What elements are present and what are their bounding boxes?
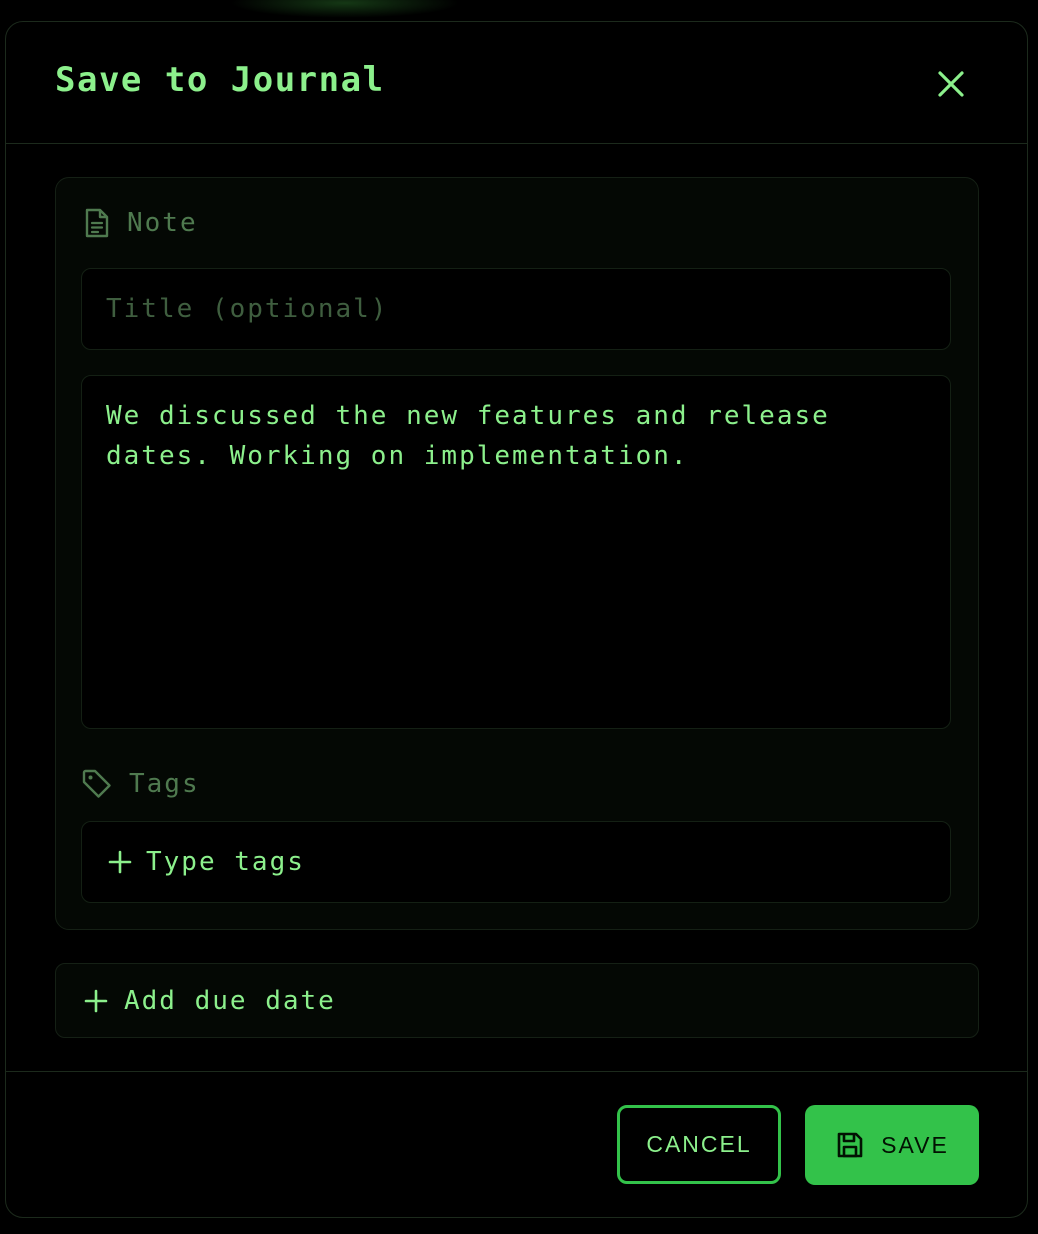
tags-label-text: Tags [129,769,200,799]
close-button[interactable] [931,64,971,104]
tags-input-placeholder: Type tags [146,847,305,877]
cancel-button[interactable]: CANCEL [617,1105,781,1184]
note-section-label: Note [83,207,198,239]
note-title-input[interactable] [81,268,951,350]
dialog-header: Save to Journal [6,22,1027,144]
note-label-text: Note [127,208,198,238]
tag-icon [82,769,111,798]
plus-icon [108,850,132,874]
plus-icon [84,989,108,1012]
save-button[interactable]: SAVE [805,1105,979,1185]
close-icon [938,71,964,97]
add-due-date-label: Add due date [124,985,336,1016]
note-panel: Note We discussed the new features and r… [55,177,979,930]
cancel-button-label: CANCEL [646,1131,752,1157]
dialog-title: Save to Journal [55,60,385,100]
document-icon [85,208,109,238]
save-to-journal-dialog: Save to Journal Note We discussed the ne… [5,21,1028,1218]
add-due-date-button[interactable]: Add due date [55,963,979,1038]
note-body-textarea[interactable]: We discussed the new features and releas… [81,375,951,729]
floppy-disk-icon [837,1132,863,1158]
save-button-label: SAVE [881,1131,949,1158]
tags-input[interactable]: Type tags [81,821,951,903]
background-glow [230,0,460,18]
dialog-footer: CANCEL SAVE [6,1071,1027,1217]
tags-section-label: Tags [81,768,200,800]
